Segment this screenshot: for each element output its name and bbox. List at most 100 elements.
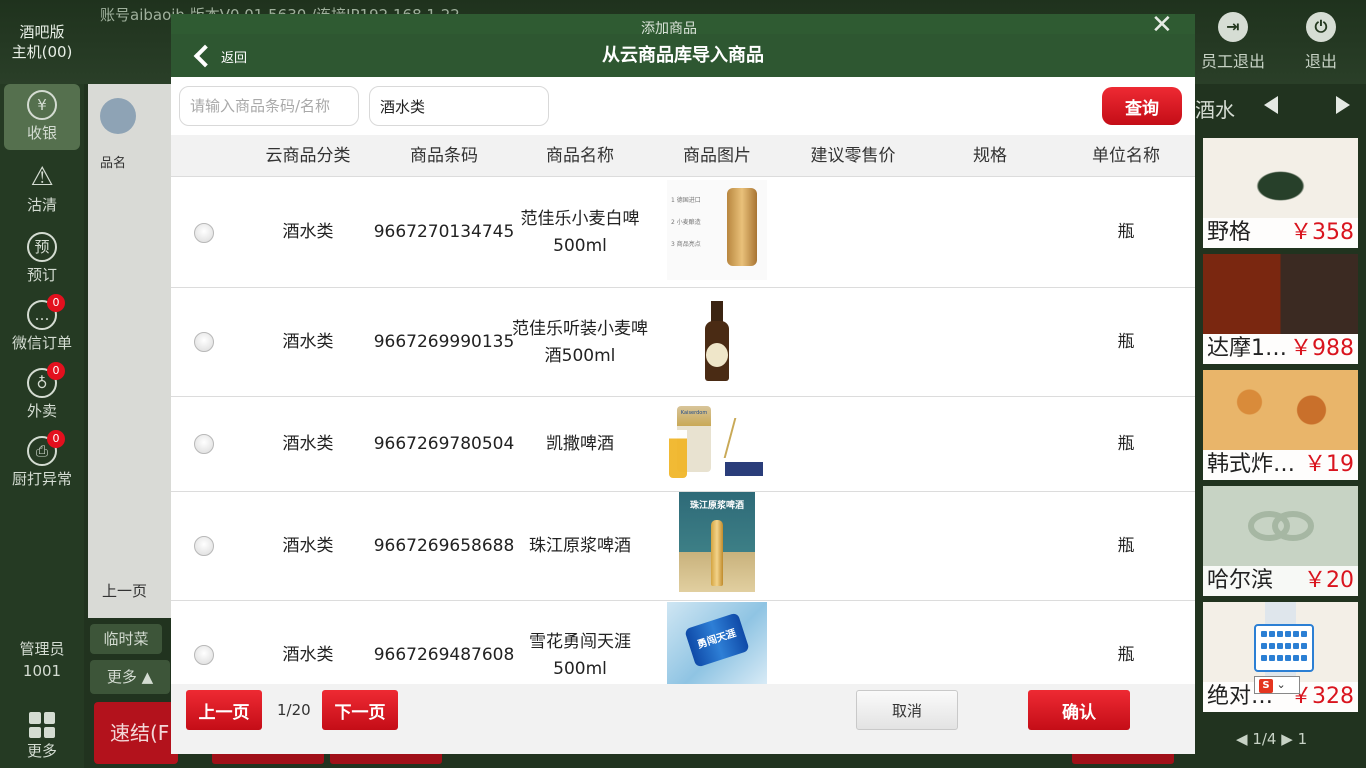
warning-icon: ⚠: [30, 162, 54, 192]
pager-prev-icon[interactable]: ◀: [1236, 730, 1248, 748]
ime-switch[interactable]: S ⌄: [1254, 676, 1300, 694]
product-price: ￥988: [1290, 336, 1354, 361]
next-page-button[interactable]: 下一页: [322, 690, 398, 730]
order-prev-page[interactable]: 上一页: [102, 580, 147, 601]
behind-dialog-bar: 添加商品: [171, 14, 1195, 37]
column-header: 建议零售价: [810, 146, 896, 166]
placeholder-logo-icon: [1248, 511, 1314, 541]
sidebar-item-label: 收银: [26, 124, 57, 142]
table-row[interactable]: 酒水类 9667269658688 珠江原浆啤酒 珠江原浆啤酒 瓶: [171, 492, 1195, 601]
product-price: ￥19: [1304, 452, 1354, 477]
table-row[interactable]: 酒水类 9667269780504 凯撒啤酒 Kaiserdom 瓶: [171, 397, 1195, 492]
row-select-radio[interactable]: [194, 223, 214, 243]
cell-category: 酒水类: [282, 645, 334, 665]
cell-suggested-price: [785, 397, 921, 492]
reserve-icon: 预: [27, 232, 57, 262]
cell-unit: 瓶: [1117, 434, 1135, 454]
order-panel: 品名 上一页: [88, 84, 178, 618]
sidebar-item-wechat-orders[interactable]: … 0 微信订单: [4, 294, 80, 360]
cell-barcode: 9667270134745: [373, 222, 515, 242]
sidebar-item-checkout[interactable]: ¥ 收银: [4, 84, 80, 150]
staff-logout-label: 员工退出: [1200, 52, 1265, 71]
table-row[interactable]: 酒水类 9667269487608 雪花勇闯天涯500ml 勇闯天涯 瓶: [171, 601, 1195, 684]
power-icon: ⏻: [1306, 12, 1336, 42]
quick-checkout-button[interactable]: 速结(F: [94, 702, 178, 764]
product-card[interactable]: 达摩1… ￥988: [1203, 254, 1358, 364]
printer-icon: ⎙ 0: [27, 430, 65, 466]
beer-can-graphic: 勇闯天涯: [684, 612, 750, 668]
yen-icon: ¥: [27, 90, 57, 120]
beer-glass-graphic: [669, 430, 687, 478]
cell-suggested-price: [785, 177, 921, 288]
cell-barcode: 9667269658688: [373, 536, 515, 556]
prev-page-button[interactable]: 上一页: [186, 690, 262, 730]
cell-barcode: 9667269990135: [373, 332, 515, 352]
bottle-neck-graphic: [711, 301, 723, 323]
back-button[interactable]: 返回: [191, 40, 247, 72]
barcode-name-search-input[interactable]: [179, 86, 359, 126]
product-card[interactable]: 韩式炸… ￥19: [1203, 370, 1358, 480]
product-image: [1203, 486, 1358, 566]
row-select-radio[interactable]: [194, 332, 214, 352]
temp-dish-button[interactable]: 临时菜: [90, 624, 162, 654]
sidebar-more-button[interactable]: 更多: [0, 712, 84, 761]
takeout-icon: ♁ 0: [27, 362, 65, 398]
sidebar-item-reservation[interactable]: 预 预订: [4, 226, 80, 292]
cell-category: 酒水类: [282, 222, 334, 242]
cell-spec: [922, 492, 1058, 601]
row-select-radio[interactable]: [194, 645, 214, 665]
product-pager-text: 1/4: [1252, 730, 1277, 748]
product-table: 酒水类 9667270134745 范佳乐小麦白啤500ml 1 德国进口 2 …: [171, 177, 1195, 684]
sidebar-item-takeout[interactable]: ♁ 0 外卖: [4, 362, 80, 428]
sidebar-item-print-error[interactable]: ⎙ 0 厨打异常: [4, 430, 80, 496]
pager-suffix: 1: [1297, 730, 1308, 748]
bottle-graphic: [711, 520, 723, 586]
product-price: ￥20: [1304, 568, 1354, 593]
column-header: 云商品分类: [265, 146, 351, 166]
category-filter-input[interactable]: [369, 86, 549, 126]
sidebar-item-label: 微信订单: [11, 334, 72, 352]
category-next-icon[interactable]: [1336, 96, 1350, 114]
takeout-glyph: ♁: [36, 374, 48, 392]
order-column-name: 品名: [100, 156, 127, 171]
product-thumbnail: [667, 291, 767, 389]
query-button[interactable]: 查询: [1102, 87, 1182, 125]
cell-suggested-price: [785, 492, 921, 601]
sidebar-item-label: 厨打异常: [11, 470, 72, 488]
more-toggle-button[interactable]: 更多 ▲: [90, 660, 170, 694]
product-card[interactable]: 哈尔滨 ￥20: [1203, 486, 1358, 596]
product-pager: ◀ 1/4 ▶ 1: [1236, 730, 1307, 748]
pager-next-icon[interactable]: ▶: [1281, 730, 1293, 748]
product-thumbnail: 勇闯天涯: [667, 602, 767, 684]
brand-line-1: 酒吧版: [19, 23, 65, 41]
sidebar-item-label: 外卖: [26, 402, 57, 420]
keyboard-widget[interactable]: S ⌄: [1254, 624, 1314, 698]
sidebar-item-soldout[interactable]: ⚠ 沽清: [4, 156, 80, 222]
row-select-radio[interactable]: [194, 434, 214, 454]
thumb-caption: 1 德国进口: [671, 197, 701, 204]
takeout-badge: 0: [47, 362, 65, 380]
staff-logout-button[interactable]: ⇥ 员工退出: [1198, 12, 1268, 72]
table-row[interactable]: 酒水类 9667270134745 范佳乐小麦白啤500ml 1 德国进口 2 …: [171, 177, 1195, 288]
ime-dropdown-icon: ⌄: [1276, 678, 1286, 691]
product-thumbnail: Kaiserdom: [667, 400, 767, 485]
confirm-button[interactable]: 确认: [1028, 690, 1130, 730]
cell-unit: 瓶: [1117, 222, 1135, 242]
category-tab-drinks[interactable]: 酒水: [1195, 94, 1235, 123]
cancel-button[interactable]: 取消: [856, 690, 958, 730]
import-modal: 添加商品 ✕ 从云商品库导入商品 返回 查询 云商品分类 商品条码 商品名称 商…: [171, 14, 1195, 754]
logout-button[interactable]: ⏻ 退出: [1286, 12, 1356, 72]
search-toolbar: 查询: [171, 77, 1195, 135]
can-brand-text: 勇闯天涯: [696, 628, 738, 651]
category-prev-icon[interactable]: [1264, 96, 1278, 114]
exit-door-icon: ⇥: [1218, 12, 1248, 42]
thumb-caption: 3 商品亮点: [671, 241, 701, 248]
row-select-radio[interactable]: [194, 536, 214, 556]
product-image: [1203, 370, 1358, 450]
cell-barcode: 9667269487608: [373, 645, 515, 665]
chevron-left-icon: [193, 44, 217, 68]
keyboard-icon[interactable]: [1254, 624, 1314, 672]
product-card[interactable]: 野格 ￥358: [1203, 138, 1358, 248]
user-id: 1001: [22, 662, 62, 680]
table-row[interactable]: 酒水类 9667269990135 范佳乐听装小麦啤酒500ml 瓶: [171, 288, 1195, 397]
